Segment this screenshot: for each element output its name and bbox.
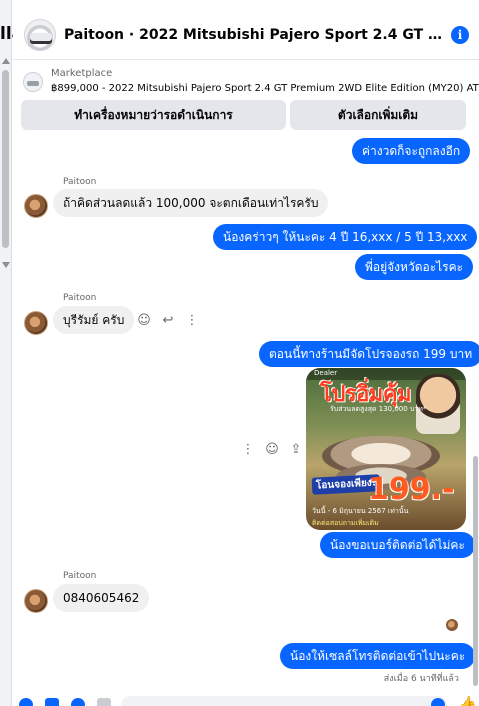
- react-emoji-icon[interactable]: ☺: [265, 442, 279, 457]
- listing-mini-thumbnail: [23, 72, 43, 92]
- message-actions: ☺ ↩ ⋮: [137, 313, 199, 328]
- avatar[interactable]: [24, 194, 48, 218]
- scroll-up-arrow-icon[interactable]: [2, 58, 10, 64]
- share-icon[interactable]: ⇪: [289, 442, 303, 457]
- promo-footer: วันนี้ - 6 มิถุนายน 2567 เท่านั้น: [312, 507, 409, 515]
- reply-icon[interactable]: ↩: [161, 313, 175, 328]
- seen-timestamp: ส่งเมื่อ 6 นาทีที่แล้ว: [383, 674, 459, 684]
- gif-icon[interactable]: [97, 698, 111, 706]
- outgoing-message[interactable]: น้องขอเบอร์ติดต่อได้ไม่คะ: [320, 532, 475, 558]
- mark-pending-button[interactable]: ทำเครื่องหมายว่ารอดำเนินการ: [21, 100, 286, 130]
- outgoing-message[interactable]: ตอนนี้ทางร้านมีจัดโปรจองรถ 199 บาท: [259, 341, 479, 367]
- avatar[interactable]: [24, 589, 48, 613]
- page-scrollbar-thumb[interactable]: [2, 70, 9, 248]
- listing-actions: ทำเครื่องหมายว่ารอดำเนินการ ตัวเลือกเพิ่…: [21, 100, 475, 130]
- listing-thumbnail[interactable]: [24, 18, 56, 51]
- incoming-message[interactable]: 0840605462: [53, 584, 150, 612]
- promo-subtitle: รับส่วนลดสูงสุด 130,000 บาท*: [330, 405, 427, 413]
- more-options-button[interactable]: ตัวเลือกเพิ่มเติม: [290, 100, 466, 130]
- outgoing-message[interactable]: น้องให้เซลล์โทรติดต่อเข้าไปนะคะ: [280, 643, 476, 669]
- promo-footer-2: ติดต่อสอบถามเพิ่มเติม: [312, 519, 379, 527]
- avatar[interactable]: [24, 311, 48, 335]
- sender-name: Paitoon: [63, 293, 97, 303]
- react-emoji-icon[interactable]: ☺: [137, 313, 151, 328]
- outgoing-message[interactable]: พี่อยู่จังหวัดอะไรคะ: [355, 254, 474, 280]
- outgoing-message[interactable]: ค่างวดก็จะถูกลงอีก: [352, 138, 471, 164]
- chat-scrollbar-thumb[interactable]: [473, 456, 478, 686]
- info-icon[interactable]: i: [451, 26, 469, 44]
- promo-price: 199.-: [368, 472, 455, 507]
- incoming-message[interactable]: ถ้าคิดส่วนลดแล้ว 100,000 จะตกเดือนเท่าไร…: [53, 189, 329, 217]
- scroll-down-arrow-icon[interactable]: [2, 262, 10, 268]
- sender-name: Paitoon: [63, 177, 97, 187]
- read-receipt-avatar: [446, 619, 458, 631]
- more-icon[interactable]: ⋮: [241, 442, 255, 457]
- listing-description: ฿899,000 - 2022 Mitsubishi Pajero Sport …: [51, 83, 479, 94]
- background-page: lla: [0, 0, 23, 706]
- message-composer: 👍: [13, 690, 479, 706]
- like-icon[interactable]: 👍: [459, 696, 476, 706]
- sticker-icon[interactable]: [71, 698, 85, 706]
- more-icon[interactable]: ⋮: [185, 313, 199, 328]
- app-window: lla Paitoon · 2022 Mitsubishi Pajero Spo…: [0, 0, 479, 706]
- message-input[interactable]: [121, 696, 447, 706]
- chat-title[interactable]: Paitoon · 2022 Mitsubishi Pajero Sport 2…: [64, 27, 444, 43]
- message-actions: ⋮ ☺ ⇪: [241, 442, 303, 457]
- marketplace-listing-bar[interactable]: Marketplace ฿899,000 - 2022 Mitsubishi P…: [13, 62, 479, 102]
- emoji-icon[interactable]: [431, 698, 445, 706]
- plus-icon[interactable]: [19, 698, 33, 706]
- chat-header: Paitoon · 2022 Mitsubishi Pajero Sport 2…: [13, 10, 479, 60]
- chat-panel: Paitoon · 2022 Mitsubishi Pajero Sport 2…: [13, 0, 479, 706]
- photo-icon[interactable]: [45, 698, 59, 706]
- sender-name: Paitoon: [63, 571, 97, 581]
- promo-image[interactable]: Dealer โปรอิ่มคุ้ม รับส่วนลดสูงสุด 130,0…: [306, 368, 466, 530]
- incoming-message[interactable]: บุรีรัมย์ ครับ: [53, 306, 135, 334]
- marketplace-label: Marketplace: [51, 68, 113, 79]
- outgoing-message[interactable]: น้องคร่าวๆ ให้นะคะ 4 ปี 16,xxx / 5 ปี 13…: [213, 224, 478, 250]
